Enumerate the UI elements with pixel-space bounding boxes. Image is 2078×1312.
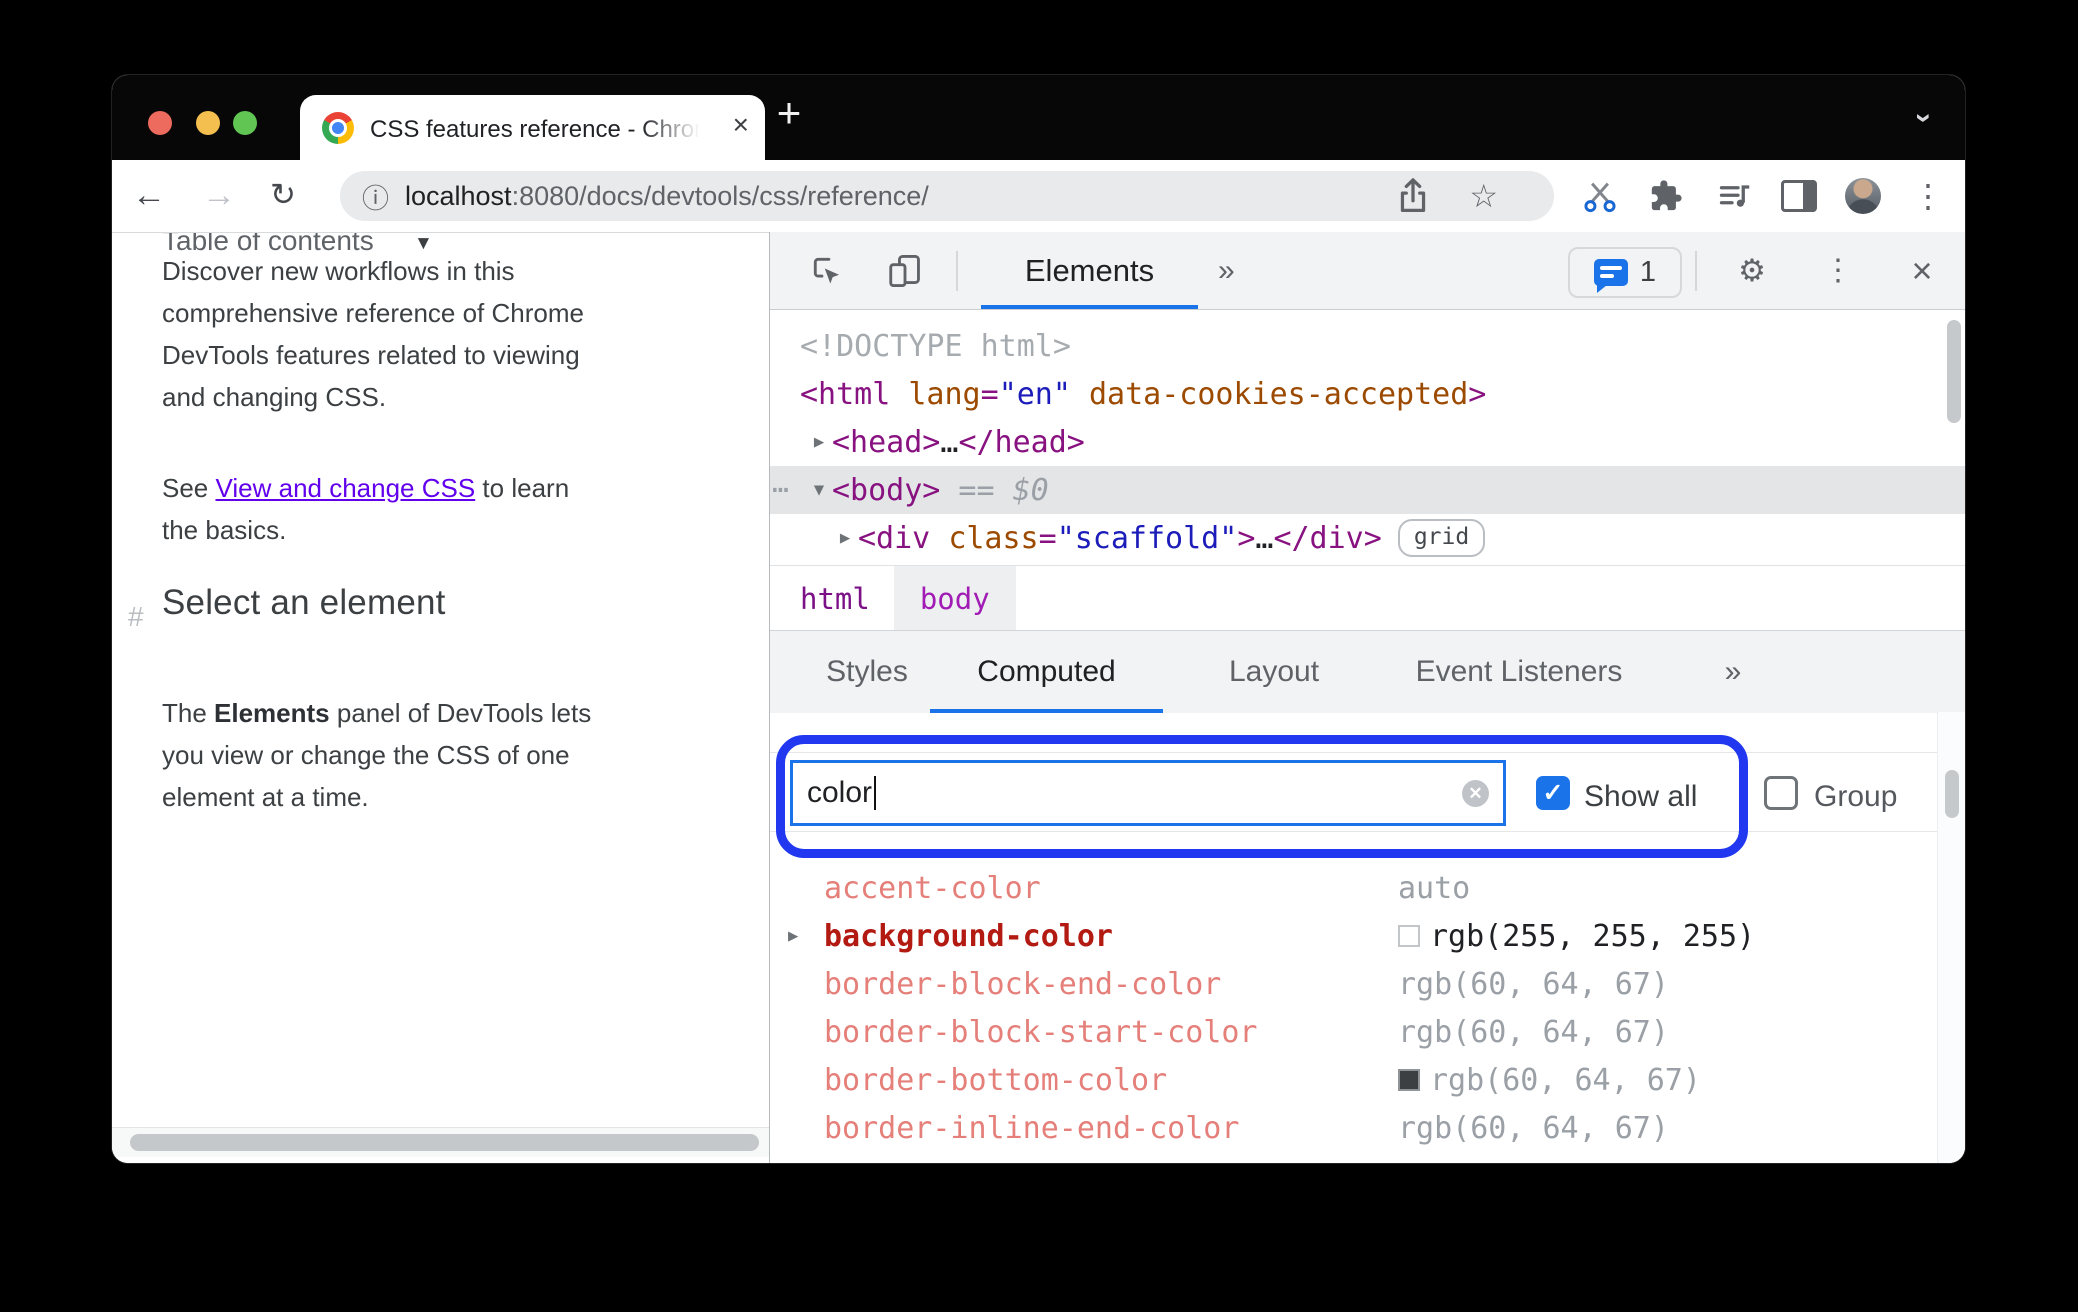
dom-scrollbar-thumb[interactable] [1947, 320, 1961, 423]
tab-search-chevron-icon[interactable]: › [1907, 98, 1941, 138]
media-playlist-icon[interactable] [1712, 173, 1758, 219]
expand-icon[interactable]: ▶ [806, 432, 832, 452]
dom-row-head[interactable]: ▶ <head>… </head> [770, 418, 1965, 466]
computed-row[interactable]: border-block-start-color rgb(60, 64, 67) [770, 1008, 1938, 1056]
heading-anchor-hash[interactable]: # [128, 601, 144, 633]
color-swatch [1398, 1069, 1420, 1091]
more-tabs-icon[interactable]: » [1700, 631, 1764, 713]
browser-window: CSS features reference - Chron × + › ← →… [112, 75, 1965, 1163]
back-icon[interactable]: ← [127, 172, 171, 218]
dom-row-html[interactable]: <html lang = "en" data-cookies-accepted > [770, 370, 1965, 418]
bookmark-star-icon[interactable]: ☆ [1469, 177, 1498, 215]
dollar-zero-ref: $0 [1012, 472, 1049, 508]
breadcrumb-body[interactable]: body [893, 566, 1016, 631]
filter-input-value: color [807, 776, 873, 809]
toolbar-separator [1695, 251, 1697, 291]
sidebar-tabs: Styles Computed Layout Event Listeners » [770, 630, 1965, 713]
traffic-close-button[interactable] [148, 111, 172, 135]
elements-paragraph: The Elements panel of DevTools lets you … [162, 698, 592, 812]
page-heading: Select an element [162, 583, 446, 622]
toolbar-separator [956, 251, 958, 291]
browser-tab[interactable]: CSS features reference - Chron × [300, 95, 765, 160]
devtools-panel: Elements » 1 ⚙ ⋮ × <!DOCTYPE html> <html… [769, 232, 1965, 1163]
computed-properties-list: accent-color auto ▶ background-color rgb… [770, 830, 1938, 1164]
tab-close-icon[interactable]: × [733, 109, 749, 141]
extensions-puzzle-icon[interactable] [1643, 173, 1689, 219]
screenshot-root: { "colors": { "accent_blue": "#1a73e8", … [0, 0, 2078, 1312]
see-basics-paragraph: See View and change CSS to learn the bas… [162, 473, 570, 545]
url-text[interactable]: localhost:8080/docs/devtools/css/referen… [405, 181, 929, 212]
devtools-settings-icon[interactable]: ⚙ [1726, 232, 1778, 309]
devtools-toolbar: Elements » 1 ⚙ ⋮ × [770, 232, 1965, 310]
check-icon: ✓ [1542, 779, 1564, 807]
intro-paragraph: Discover new workflows in this comprehen… [162, 256, 584, 412]
traffic-zoom-button[interactable] [233, 111, 257, 135]
computed-row[interactable]: border-inline-end-color rgb(60, 64, 67) [770, 1104, 1938, 1152]
group-label[interactable]: Group [1814, 780, 1897, 814]
expand-icon[interactable]: ▶ [832, 528, 858, 548]
scissors-extension-icon[interactable] [1577, 173, 1623, 219]
inspect-element-icon[interactable] [804, 248, 850, 294]
issues-chat-icon [1593, 259, 1628, 293]
expand-icon[interactable]: ▶ [788, 926, 798, 946]
dom-breadcrumbs: html body [770, 565, 1965, 631]
dom-row-doctype[interactable]: <!DOCTYPE html> [770, 322, 1965, 370]
browser-menu-icon[interactable]: ⋮ [1905, 173, 1951, 219]
active-tab-underline [981, 305, 1198, 309]
computed-scrollbar-thumb[interactable] [1945, 770, 1959, 818]
computed-row[interactable]: border-bottom-color rgb(60, 64, 67) [770, 1056, 1938, 1104]
filter-input[interactable]: color ✕ [790, 760, 1506, 826]
tab-event-listeners[interactable]: Event Listeners [1388, 631, 1650, 713]
devtools-tab-elements[interactable]: Elements [981, 232, 1198, 309]
show-all-label[interactable]: Show all [1584, 780, 1697, 814]
active-tab-underline [930, 709, 1163, 713]
url-host: localhost [405, 180, 512, 211]
breadcrumb-html[interactable]: html [800, 566, 870, 631]
tab-computed[interactable]: Computed [930, 631, 1163, 713]
profile-avatar[interactable] [1840, 173, 1886, 219]
tab-title: CSS features reference - Chron [370, 116, 700, 143]
site-info-icon[interactable]: ⓘ [362, 177, 389, 216]
collapse-icon[interactable]: ▼ [806, 480, 832, 500]
devtools-menu-icon[interactable]: ⋮ [1812, 232, 1864, 309]
browser-toolbar: ← → ↻ ⓘ localhost:8080/docs/devtools/css… [112, 160, 1965, 233]
computed-row[interactable]: border-inline-start-color rgb(60, 64, 67… [770, 1152, 1938, 1164]
devtools-close-icon[interactable]: × [1896, 232, 1948, 309]
window-titlebar: CSS features reference - Chron × + › [112, 75, 1965, 160]
url-path: :8080/docs/devtools/css/reference/ [511, 180, 929, 211]
clear-filter-icon[interactable]: ✕ [1462, 780, 1489, 807]
dom-overflow-dots-icon[interactable]: … [772, 466, 789, 499]
chrome-favicon-icon [322, 112, 354, 144]
dom-tree: <!DOCTYPE html> <html lang = "en" data-coo… [770, 310, 1965, 565]
show-all-checkbox[interactable]: ✓ [1536, 776, 1570, 810]
horizontal-scrollbar-thumb[interactable] [130, 1134, 759, 1151]
tab-layout[interactable]: Layout [1222, 631, 1326, 713]
issues-count: 1 [1639, 256, 1657, 288]
share-icon[interactable] [1390, 173, 1436, 219]
computed-row[interactable]: ▶ background-color rgb(255, 255, 255) [770, 912, 1938, 960]
dom-row-body-selected[interactable]: … ▼ <body> == $0 [770, 466, 1965, 514]
forward-icon[interactable]: → [197, 172, 241, 218]
dom-row-div-scaffold[interactable]: ▶ <div class = "scaffold" >… </div> grid [770, 514, 1965, 562]
group-checkbox[interactable] [1764, 776, 1798, 810]
view-change-css-link[interactable]: View and change CSS [216, 473, 476, 503]
horizontal-scrollbar[interactable] [112, 1127, 769, 1157]
address-bar[interactable]: ⓘ localhost:8080/docs/devtools/css/refer… [340, 171, 1554, 221]
color-swatch [1398, 925, 1420, 947]
grid-badge[interactable]: grid [1397, 519, 1486, 557]
more-panels-icon[interactable]: » [1218, 232, 1235, 309]
page-content: Table of contents ▼ Discover new workflo… [112, 233, 769, 1163]
tab-styles[interactable]: Styles [825, 631, 909, 713]
side-panel-icon[interactable] [1776, 173, 1822, 219]
text-caret [874, 776, 877, 810]
reload-icon[interactable]: ↻ [261, 172, 305, 218]
new-tab-button[interactable]: + [767, 89, 811, 137]
computed-row[interactable]: accent-color auto [770, 864, 1938, 912]
device-toolbar-icon[interactable] [882, 248, 928, 294]
traffic-minimize-button[interactable] [196, 111, 220, 135]
issues-counter-button[interactable]: 1 [1568, 247, 1682, 298]
computed-row[interactable]: border-block-end-color rgb(60, 64, 67) [770, 960, 1938, 1008]
